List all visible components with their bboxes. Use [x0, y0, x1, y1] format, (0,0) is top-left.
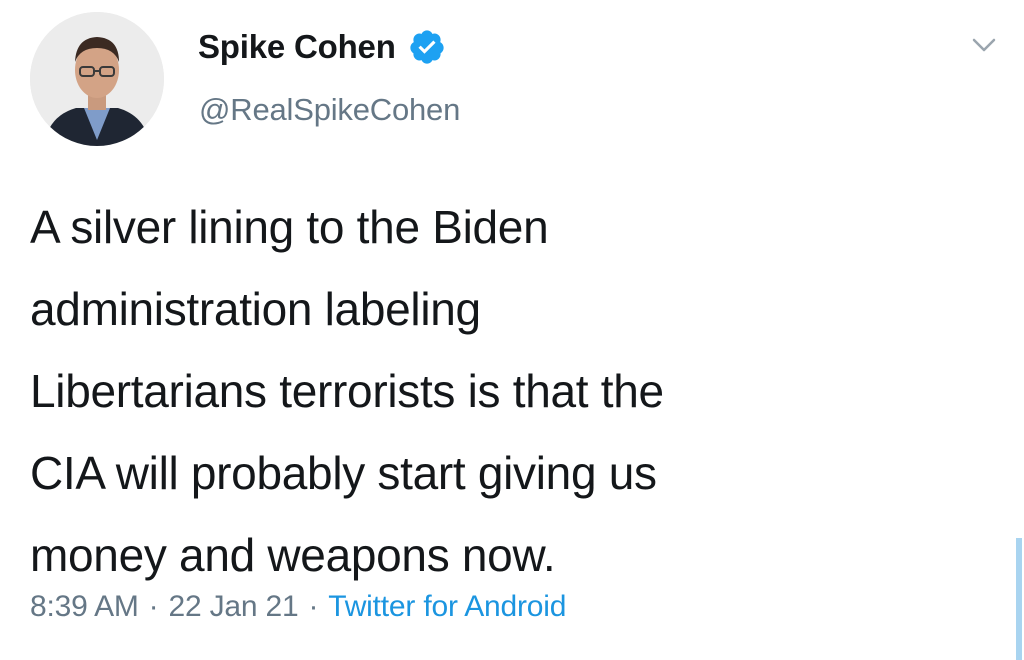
separator-dot: ·	[148, 590, 159, 623]
tweet-date[interactable]: 22 Jan 21	[168, 590, 298, 623]
tweet-source-link[interactable]: Twitter for Android	[328, 590, 566, 623]
tweet-text-line: administration labeling	[30, 283, 481, 335]
separator-dot: ·	[308, 590, 319, 623]
author-name-row: Spike Cohen	[198, 22, 446, 72]
chevron-down-icon[interactable]	[968, 34, 1000, 56]
tweet-text-line: A silver lining to the Biden	[30, 201, 549, 253]
verified-badge-icon	[408, 28, 446, 66]
author-handle[interactable]: @RealSpikeCohen	[199, 92, 460, 128]
author-display-name[interactable]: Spike Cohen	[198, 28, 396, 66]
tweet-card: Spike Cohen @RealSpikeCohen A silver lin…	[0, 0, 1024, 660]
tweet-time[interactable]: 8:39 AM	[30, 590, 139, 623]
avatar[interactable]	[30, 12, 164, 146]
tweet-text-line: Libertarians terrorists is that the	[30, 365, 664, 417]
tweet-text-line: CIA will probably start giving us	[30, 447, 657, 499]
tweet-text: A silver lining to the Biden administrat…	[30, 186, 990, 596]
scrollbar-edge	[1016, 538, 1022, 660]
tweet-text-line: money and weapons now.	[30, 529, 556, 581]
tweet-metadata: 8:39 AM · 22 Jan 21 · Twitter for Android	[30, 590, 566, 624]
profile-photo-icon	[30, 12, 164, 146]
